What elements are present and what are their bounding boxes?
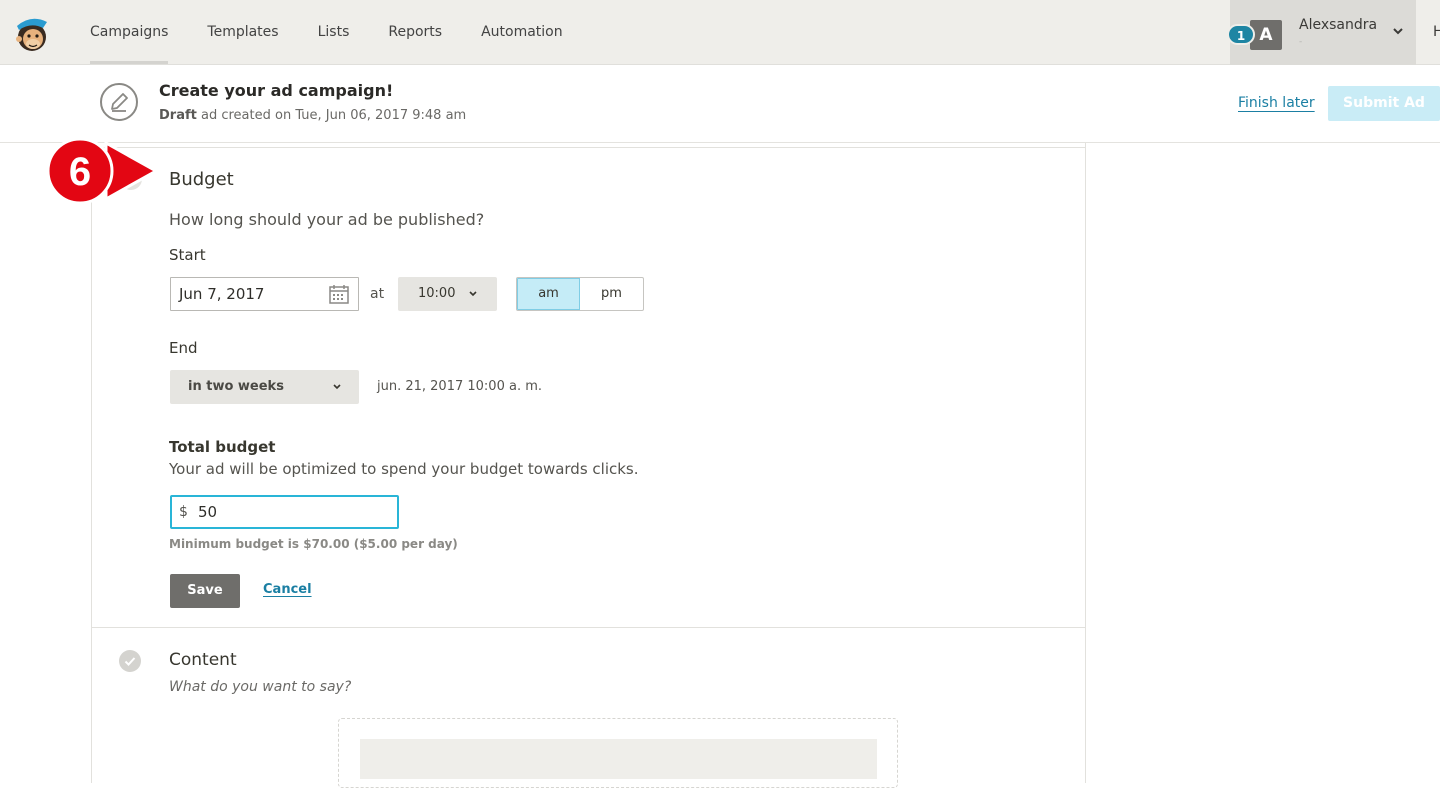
- calendar-icon[interactable]: [328, 283, 350, 305]
- budget-section-title: Budget: [169, 169, 234, 190]
- nav-automation[interactable]: Automation: [481, 0, 563, 65]
- page-subtitle: Draft ad created on Tue, Jun 06, 2017 9:…: [159, 108, 466, 123]
- chevron-down-icon: [333, 384, 341, 390]
- end-duration-select[interactable]: in two weeks: [170, 370, 359, 404]
- chevron-down-icon[interactable]: [1391, 24, 1405, 38]
- meridiem-toggle: am pm: [516, 277, 644, 311]
- help-link[interactable]: H: [1433, 24, 1440, 40]
- finish-later-link[interactable]: Finish later: [1238, 95, 1315, 111]
- primary-nav: Campaigns Templates Lists Reports Automa…: [90, 0, 602, 65]
- nav-lists[interactable]: Lists: [318, 0, 350, 65]
- draft-created-text: ad created on Tue, Jun 06, 2017 9:48 am: [196, 108, 467, 123]
- mailchimp-logo-icon[interactable]: [11, 12, 53, 54]
- total-budget-description: Your ad will be optimized to spend your …: [169, 460, 639, 478]
- minimum-budget-note: Minimum budget is $70.00 ($5.00 per day): [169, 537, 458, 551]
- start-label: Start: [169, 246, 206, 264]
- step-number-callout: 6: [46, 137, 160, 205]
- start-time-value: 10:00: [418, 286, 456, 301]
- pm-option[interactable]: pm: [580, 278, 643, 310]
- start-date-value: Jun 7, 2017: [179, 285, 265, 303]
- cancel-link[interactable]: Cancel: [263, 582, 312, 597]
- content-section-subtitle: What do you want to say?: [169, 679, 352, 695]
- page-header: [0, 65, 1440, 143]
- am-option[interactable]: am: [517, 278, 581, 310]
- start-time-select[interactable]: 10:00: [398, 277, 497, 311]
- currency-symbol: $: [179, 504, 188, 520]
- budget-amount-input[interactable]: $ 50: [170, 495, 399, 529]
- account-status: -: [1299, 37, 1303, 47]
- end-label: End: [169, 339, 198, 357]
- ad-preview-placeholder: [360, 739, 877, 779]
- page-title: Create your ad campaign!: [159, 81, 394, 100]
- draft-label: Draft: [159, 108, 197, 123]
- card-top-divider: [91, 147, 1086, 148]
- submit-ad-button[interactable]: Submit Ad: [1328, 86, 1440, 121]
- notification-badge[interactable]: 1: [1227, 24, 1255, 45]
- account-username[interactable]: Alexsandra: [1299, 17, 1377, 33]
- content-section-title: Content: [169, 650, 237, 670]
- checkmark-icon: [119, 650, 141, 672]
- top-nav: Campaigns Templates Lists Reports Automa…: [0, 0, 1440, 65]
- nav-campaigns[interactable]: Campaigns: [90, 0, 169, 65]
- section-divider: [92, 627, 1085, 628]
- end-date-text: jun. 21, 2017 10:00 a. m.: [377, 379, 543, 394]
- total-budget-label: Total budget: [169, 438, 276, 456]
- publish-duration-question: How long should your ad be published?: [169, 210, 485, 229]
- budget-amount-value: 50: [198, 503, 218, 521]
- pencil-icon: [100, 83, 138, 121]
- end-duration-value: in two weeks: [188, 379, 284, 394]
- save-button[interactable]: Save: [170, 574, 240, 608]
- chevron-down-icon: [469, 291, 477, 297]
- nav-reports[interactable]: Reports: [388, 0, 442, 65]
- step-number: 6: [69, 150, 91, 194]
- at-label: at: [370, 286, 385, 302]
- nav-templates[interactable]: Templates: [207, 0, 278, 65]
